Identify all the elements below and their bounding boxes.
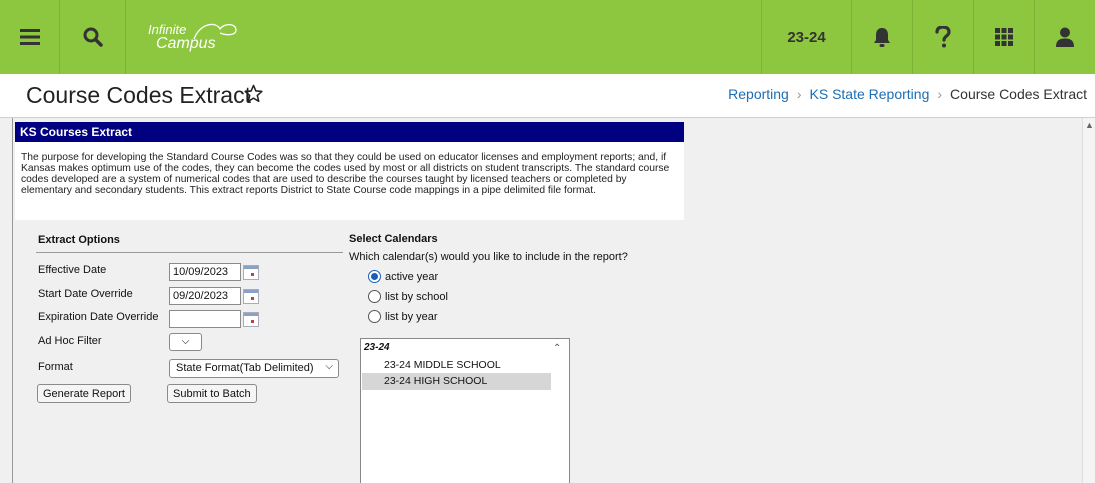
calendar-picker-icon[interactable] (243, 289, 259, 304)
chevron-down-icon: ⌵ (181, 336, 190, 347)
radio-selected-icon[interactable] (368, 270, 381, 283)
logo-swoosh-icon (193, 23, 237, 40)
breadcrumb-ks-state-reporting[interactable]: KS State Reporting (810, 86, 930, 102)
breadcrumb-chevron-icon: › (796, 86, 802, 102)
list-item[interactable]: 23-24 MIDDLE SCHOOL (362, 357, 551, 374)
effective-date-input[interactable] (169, 263, 241, 281)
topbar-right-actions: 23-24 (761, 0, 1095, 74)
breadcrumb-chevron-icon: › (937, 86, 943, 102)
start-date-label: Start Date Override (38, 288, 133, 300)
extract-options-title: Extract Options (38, 234, 120, 246)
menu-icon (19, 29, 40, 45)
effective-date-label: Effective Date (38, 264, 107, 276)
notifications-button[interactable] (851, 0, 912, 74)
user-account-button[interactable] (1034, 0, 1095, 74)
extract-options-divider (36, 252, 343, 253)
chevron-down-icon: ⌵ (325, 361, 333, 372)
generate-report-button[interactable]: Generate Report (37, 384, 131, 403)
breadcrumb-current: Course Codes Extract (950, 86, 1087, 102)
list-item-selected[interactable]: 23-24 HIGH SCHOOL (362, 373, 551, 390)
search-button[interactable] (60, 0, 126, 74)
content-scrollbar[interactable]: ▲ (1082, 118, 1095, 483)
radio-unselected-icon[interactable] (368, 290, 381, 303)
list-group-header: 23-24 (364, 342, 390, 353)
radio-label: active year (385, 270, 439, 283)
ad-hoc-filter-select[interactable]: ⌵ (169, 333, 202, 351)
calendar-picker-icon[interactable] (243, 265, 259, 280)
expiration-date-label: Expiration Date Override (38, 311, 159, 323)
select-calendars-title: Select Calendars (349, 233, 438, 245)
breadcrumb-reporting[interactable]: Reporting (728, 86, 789, 102)
top-navigation-bar: Infinite Campus 23-24 (0, 0, 1095, 74)
user-icon (1056, 27, 1074, 47)
favorite-star-icon[interactable] (244, 84, 263, 103)
format-label: Format (38, 361, 73, 373)
radio-label: list by school (385, 290, 448, 303)
expiration-date-input[interactable] (169, 310, 241, 328)
breadcrumb: Reporting › KS State Reporting › Course … (728, 86, 1087, 102)
bell-icon (874, 28, 890, 47)
help-icon (935, 26, 951, 48)
help-button[interactable] (912, 0, 973, 74)
page-header: Course Codes Extract Reporting › KS Stat… (0, 74, 1095, 118)
format-value: State Format(Tab Delimited) (176, 362, 314, 374)
section-header: KS Courses Extract (15, 122, 684, 142)
scroll-up-icon[interactable]: ⌃ (553, 343, 561, 354)
apps-grid-icon (995, 28, 1013, 46)
radio-unselected-icon[interactable] (368, 310, 381, 323)
menu-button[interactable] (0, 0, 60, 74)
radio-label: list by year (385, 310, 438, 323)
radio-list-by-year[interactable]: list by year (368, 310, 438, 323)
submit-to-batch-button[interactable]: Submit to Batch (167, 384, 257, 403)
calendar-listbox[interactable]: 23-24 23-24 MIDDLE SCHOOL 23-24 HIGH SCH… (360, 338, 570, 483)
radio-list-by-school[interactable]: list by school (368, 290, 448, 303)
infinite-campus-logo[interactable]: Infinite Campus (148, 23, 237, 52)
start-date-input[interactable] (169, 287, 241, 305)
apps-button[interactable] (973, 0, 1034, 74)
radio-active-year[interactable]: active year (368, 270, 438, 283)
format-select[interactable]: State Format(Tab Delimited) ⌵ (169, 359, 339, 378)
extract-description: The purpose for developing the Standard … (15, 142, 684, 220)
page-title: Course Codes Extract (26, 82, 251, 108)
search-icon (83, 27, 103, 47)
ad-hoc-filter-label: Ad Hoc Filter (38, 335, 102, 347)
school-year-selector[interactable]: 23-24 (761, 0, 851, 74)
calendar-question: Which calendar(s) would you like to incl… (349, 251, 628, 263)
calendar-picker-icon[interactable] (243, 312, 259, 327)
scroll-up-icon[interactable]: ▲ (1085, 120, 1094, 130)
